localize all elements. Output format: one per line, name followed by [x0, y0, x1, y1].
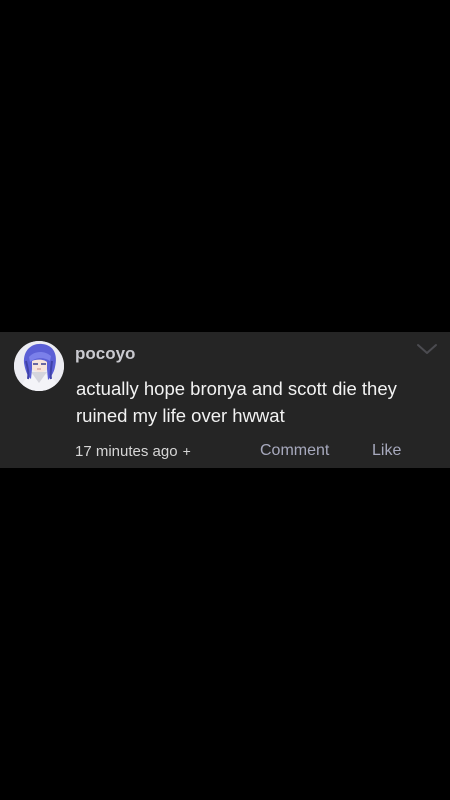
expand-plus-icon[interactable]: +	[183, 443, 191, 459]
timestamp-text: 17 minutes ago	[75, 443, 178, 460]
like-button[interactable]: Like	[372, 442, 401, 460]
comment-button[interactable]: Comment	[260, 442, 329, 460]
chevron-down-icon[interactable]	[414, 340, 440, 358]
comment-card: pocoyo actually hope bronya and scott di…	[0, 332, 450, 468]
comment-text: actually hope bronya and scott die they …	[76, 378, 397, 426]
comment-meta-row: 17 minutes ago + Comment Like	[0, 441, 450, 463]
username[interactable]: pocoyo	[75, 344, 135, 364]
screen: pocoyo actually hope bronya and scott di…	[0, 0, 450, 800]
timestamp: 17 minutes ago +	[75, 443, 191, 460]
avatar-image	[14, 341, 64, 391]
avatar[interactable]	[14, 341, 64, 391]
